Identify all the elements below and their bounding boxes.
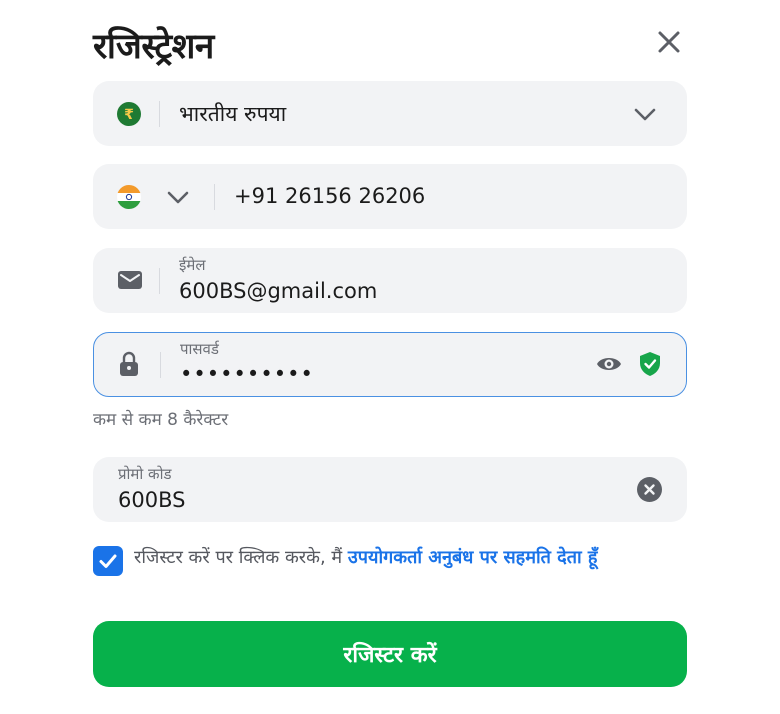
currency-select[interactable]: ₹ भारतीय रुपया	[93, 81, 687, 146]
shield-check-icon	[639, 351, 661, 377]
promo-code-field[interactable]: प्रोमो कोड 600BS	[93, 457, 687, 522]
promo-label: प्रोमो कोड	[118, 465, 172, 483]
password-hint: कम से कम 8 कैरेक्टर	[93, 410, 229, 430]
svg-text:₹: ₹	[124, 107, 134, 123]
register-button[interactable]: रजिस्टर करें	[93, 621, 687, 687]
email-label: ईमेल	[179, 256, 206, 274]
check-icon	[99, 554, 117, 568]
rupee-icon: ₹	[117, 102, 141, 126]
promo-value[interactable]: 600BS	[118, 488, 185, 512]
email-value[interactable]: 600BS@gmail.com	[179, 279, 377, 303]
terms-text: रजिस्टर करें पर क्लिक करके, मैं उपयोगकर्…	[134, 546, 694, 570]
page-title: रजिस्ट्रेशन	[93, 27, 214, 67]
phone-field[interactable]: +91 26156 26206	[93, 164, 687, 229]
divider	[214, 184, 215, 210]
lock-icon	[118, 351, 140, 377]
password-value[interactable]: ••••••••••	[180, 362, 314, 386]
terms-checkbox[interactable]	[93, 546, 123, 576]
chevron-down-icon	[167, 191, 189, 204]
eye-icon[interactable]	[596, 353, 622, 375]
terms-prefix: रजिस्टर करें पर क्लिक करके, मैं	[134, 547, 348, 568]
chevron-down-icon[interactable]	[633, 103, 657, 125]
india-flag-icon	[117, 185, 141, 209]
country-code-dropdown[interactable]	[166, 186, 190, 208]
divider	[159, 101, 160, 127]
currency-value: भारतीय रुपया	[179, 102, 287, 126]
envelope-icon	[117, 269, 143, 291]
phone-value[interactable]: +91 26156 26206	[234, 184, 425, 208]
password-label: पासवर्ड	[180, 340, 219, 358]
close-icon[interactable]	[655, 28, 683, 56]
divider	[160, 352, 161, 378]
email-field[interactable]: ईमेल 600BS@gmail.com	[93, 248, 687, 313]
divider	[159, 268, 160, 294]
password-field[interactable]: पासवर्ड ••••••••••	[93, 332, 687, 397]
clear-icon[interactable]	[637, 477, 662, 502]
user-agreement-link[interactable]: उपयोगकर्ता अनुबंध पर सहमति देता हूँ	[348, 547, 598, 568]
